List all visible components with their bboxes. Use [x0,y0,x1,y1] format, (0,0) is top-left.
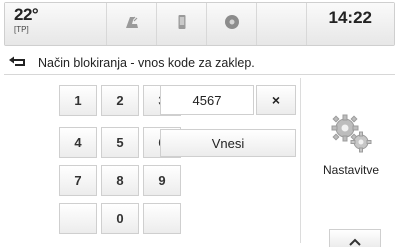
media-source-button[interactable] [207,3,257,45]
code-input-field[interactable]: 4567 [160,85,254,115]
key-4[interactable]: 4 [59,127,97,158]
phone-icon [177,14,187,35]
key-blank [59,203,97,234]
key-9[interactable]: 9 [143,165,181,196]
enter-button[interactable]: Vnesi [160,129,296,157]
traffic-program-indicator: [TP] [14,25,29,34]
status-bar: 22° [TP] 14:22 [4,2,395,46]
key-1[interactable]: 1 [59,85,97,116]
clock: 14:22 [307,3,394,45]
gears-icon [326,114,376,160]
screen: 22° [TP] 14:22 Način blokiranja - vnos k… [0,0,400,247]
temperature-value: 22° [14,5,39,24]
scroll-up-button[interactable] [329,229,381,247]
key-blank [143,203,181,234]
temperature-display: 22° [TP] [5,3,107,45]
key-0[interactable]: 0 [101,203,139,234]
phone-button[interactable] [157,3,207,45]
panel-divider [300,78,301,243]
settings-label: Nastavitve [322,163,380,177]
clear-button[interactable]: × [256,85,296,115]
chevron-up-icon [349,233,361,251]
back-arrow-icon [8,54,28,72]
media-source-icon [224,14,240,35]
key-2[interactable]: 2 [101,85,139,116]
phone-signal-icon [124,14,140,35]
phone-signal-button[interactable] [107,3,157,45]
title-bar: Način blokiranja - vnos kode za zaklep. [4,52,395,75]
page-title: Način blokiranja - vnos kode za zaklep. [38,56,255,70]
back-button[interactable] [4,54,32,72]
status-bar-empty-cell [257,3,307,45]
settings-button[interactable]: Nastavitve [304,112,398,177]
key-7[interactable]: 7 [59,165,97,196]
key-5[interactable]: 5 [101,127,139,158]
key-8[interactable]: 8 [101,165,139,196]
